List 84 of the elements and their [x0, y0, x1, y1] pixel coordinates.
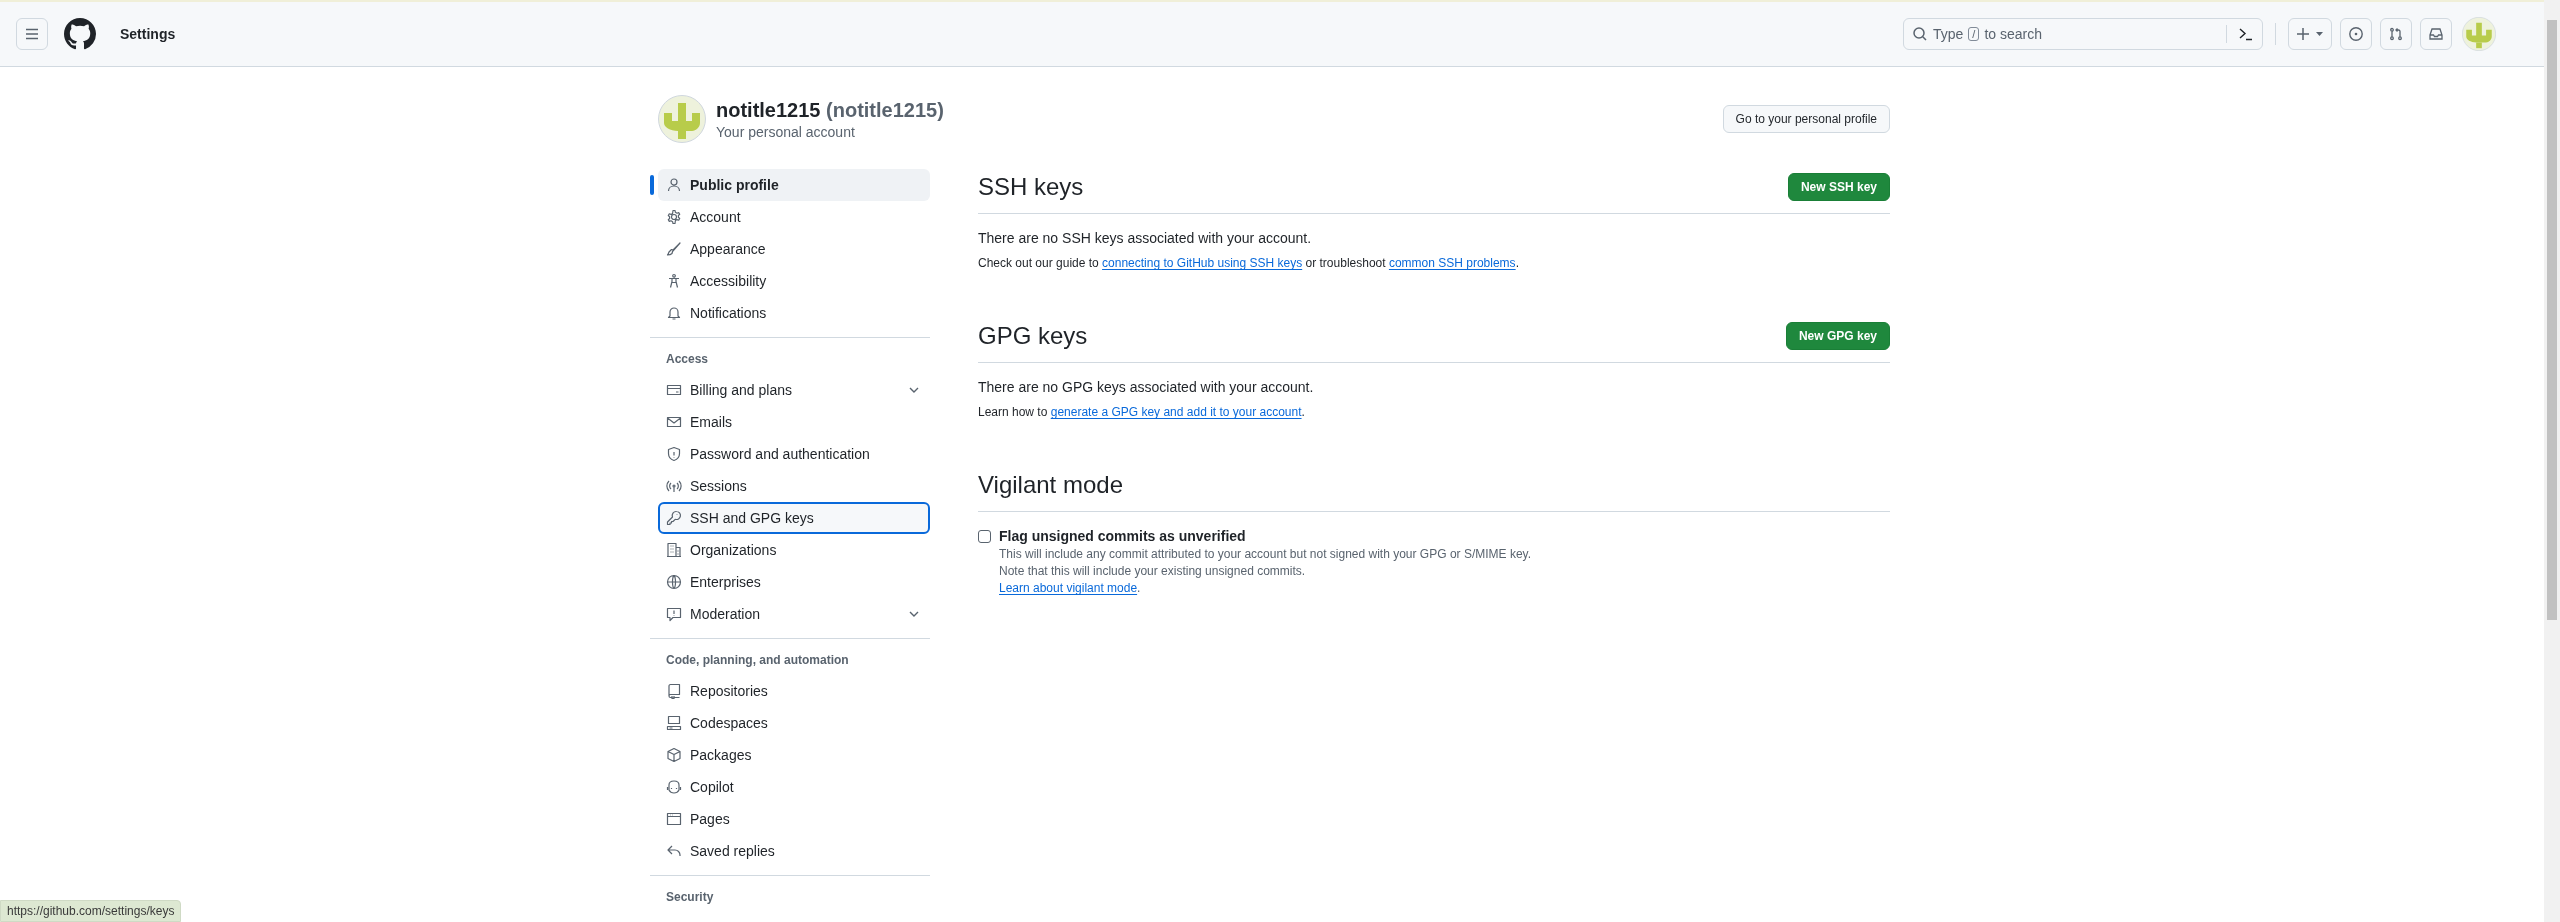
codespaces-icon — [666, 715, 682, 731]
building-icon — [666, 542, 682, 558]
credit-card-icon — [666, 382, 682, 398]
option-description: Note that this will include your existing unsigned commits. — [999, 564, 1307, 578]
inbox-tray-icon — [2428, 26, 2444, 42]
broadcast-icon — [666, 478, 682, 494]
search-hint-before: Type — [1933, 26, 1964, 42]
terminal-prompt-icon[interactable] — [2238, 26, 2254, 42]
personal-profile-button[interactable]: Go to your personal profile — [1722, 105, 1890, 133]
account-name: notitle1215 — [716, 98, 821, 121]
pull-request-icon — [2388, 26, 2404, 42]
sidebar-item[interactable]: Accessibility — [658, 265, 930, 297]
new-key-button[interactable]: New GPG key — [1785, 322, 1890, 350]
bell-icon — [666, 305, 682, 321]
search-icon — [1912, 26, 1928, 42]
section-heading: SSH keys — [978, 173, 1084, 201]
person-icon — [666, 177, 682, 193]
shield-icon — [666, 446, 682, 462]
help-text: Learn how to generate a GPG key and add it to your account. — [978, 405, 1306, 419]
gear-icon — [666, 209, 682, 225]
copilot-icon — [666, 779, 682, 795]
menu-button[interactable] — [16, 18, 48, 50]
pull-requests-button[interactable] — [2380, 18, 2412, 50]
account-subtitle: Your personal account — [716, 123, 856, 140]
section-heading: GPG keys — [978, 322, 1088, 350]
key-icon — [666, 510, 682, 526]
option-description: This will include any commit attributed to your account but not signed with your GPG or S/MIME key. — [999, 547, 1532, 561]
checkbox[interactable] — [978, 529, 991, 543]
help-link[interactable]: connecting to GitHub using SSH keys — [1102, 256, 1303, 270]
repo-icon — [666, 683, 682, 699]
globe-icon — [666, 574, 682, 590]
issue-circle-icon — [2348, 26, 2364, 42]
paintbrush-icon — [666, 241, 682, 257]
sidebar-item[interactable]: Pages — [658, 803, 930, 835]
issues-button[interactable] — [2340, 18, 2372, 50]
sidebar-item[interactable]: Notifications — [658, 297, 930, 329]
sidebar-item[interactable]: Appearance — [658, 233, 930, 265]
plus-caret-icon — [2295, 26, 2325, 42]
create-new-button[interactable] — [2288, 18, 2332, 50]
sidebar-item[interactable]: Repositories — [658, 675, 930, 707]
sidebar-section-heading: Code, planning, and automation — [665, 652, 850, 669]
user-avatar-icon — [658, 95, 706, 143]
reply-icon — [666, 843, 682, 859]
sidebar-item[interactable]: SSH and GPG keys — [658, 502, 930, 534]
account-login: (notitle1215) — [826, 98, 944, 121]
sidebar-item[interactable]: Copilot — [658, 771, 930, 803]
link-punctuation: . — [1137, 581, 1141, 595]
help-text: Check out our guide to connecting to GitHub using SSH keys or troubleshoot common SSH problems. — [978, 256, 1520, 270]
help-link[interactable]: generate a GPG key and add it to your account — [1050, 405, 1302, 419]
search-hint-after: to search — [1984, 26, 2042, 42]
empty-message: There are no GPG keys associated with your account. — [978, 379, 1315, 395]
checkbox-label: Flag unsigned commits as unverified — [999, 528, 1246, 544]
sidebar-item[interactable]: Codespaces — [658, 707, 930, 739]
sidebar-item[interactable]: Sessions — [658, 470, 930, 502]
report-icon — [666, 606, 682, 622]
accessibility-icon — [666, 273, 682, 289]
sidebar-section-heading: Security — [665, 889, 715, 906]
scrollbar-thumb[interactable] — [2547, 20, 2557, 620]
scrollbar[interactable] — [2544, 0, 2560, 922]
inbox-button[interactable] — [2420, 18, 2452, 50]
sidebar-item[interactable]: Password and authentication — [658, 438, 930, 470]
status-url: https://github.com/settings/keys — [0, 900, 182, 922]
menu-icon — [24, 26, 40, 42]
sidebar-section-heading: Access — [665, 351, 710, 368]
sidebar-item[interactable]: Emails — [658, 406, 930, 438]
page-context-title: Settings — [120, 26, 176, 42]
package-icon — [666, 747, 682, 763]
sidebar-item[interactable]: Account — [658, 201, 930, 233]
sidebar-item[interactable]: Organizations — [658, 534, 930, 566]
selected-indicator — [650, 175, 654, 195]
octocat-logo-icon[interactable] — [64, 18, 96, 50]
search-field[interactable]: Type / to search — [1903, 18, 2263, 50]
new-key-button[interactable]: New SSH key — [1787, 173, 1890, 201]
sidebar-item[interactable]: Billing and plans — [658, 374, 930, 406]
empty-message: There are no SSH keys associated with your account. — [978, 230, 1313, 246]
sidebar-item[interactable]: Moderation — [658, 598, 930, 630]
mail-icon — [666, 414, 682, 430]
sidebar-item[interactable]: Packages — [658, 739, 930, 771]
browser-icon — [666, 811, 682, 827]
section-heading: Vigilant mode — [978, 471, 1123, 499]
sidebar-item[interactable]: Saved replies — [658, 835, 930, 867]
help-link[interactable]: common SSH problems — [1388, 256, 1516, 270]
slash-key-hint: / — [1968, 27, 1980, 41]
sidebar-item[interactable]: Enterprises — [658, 566, 930, 598]
